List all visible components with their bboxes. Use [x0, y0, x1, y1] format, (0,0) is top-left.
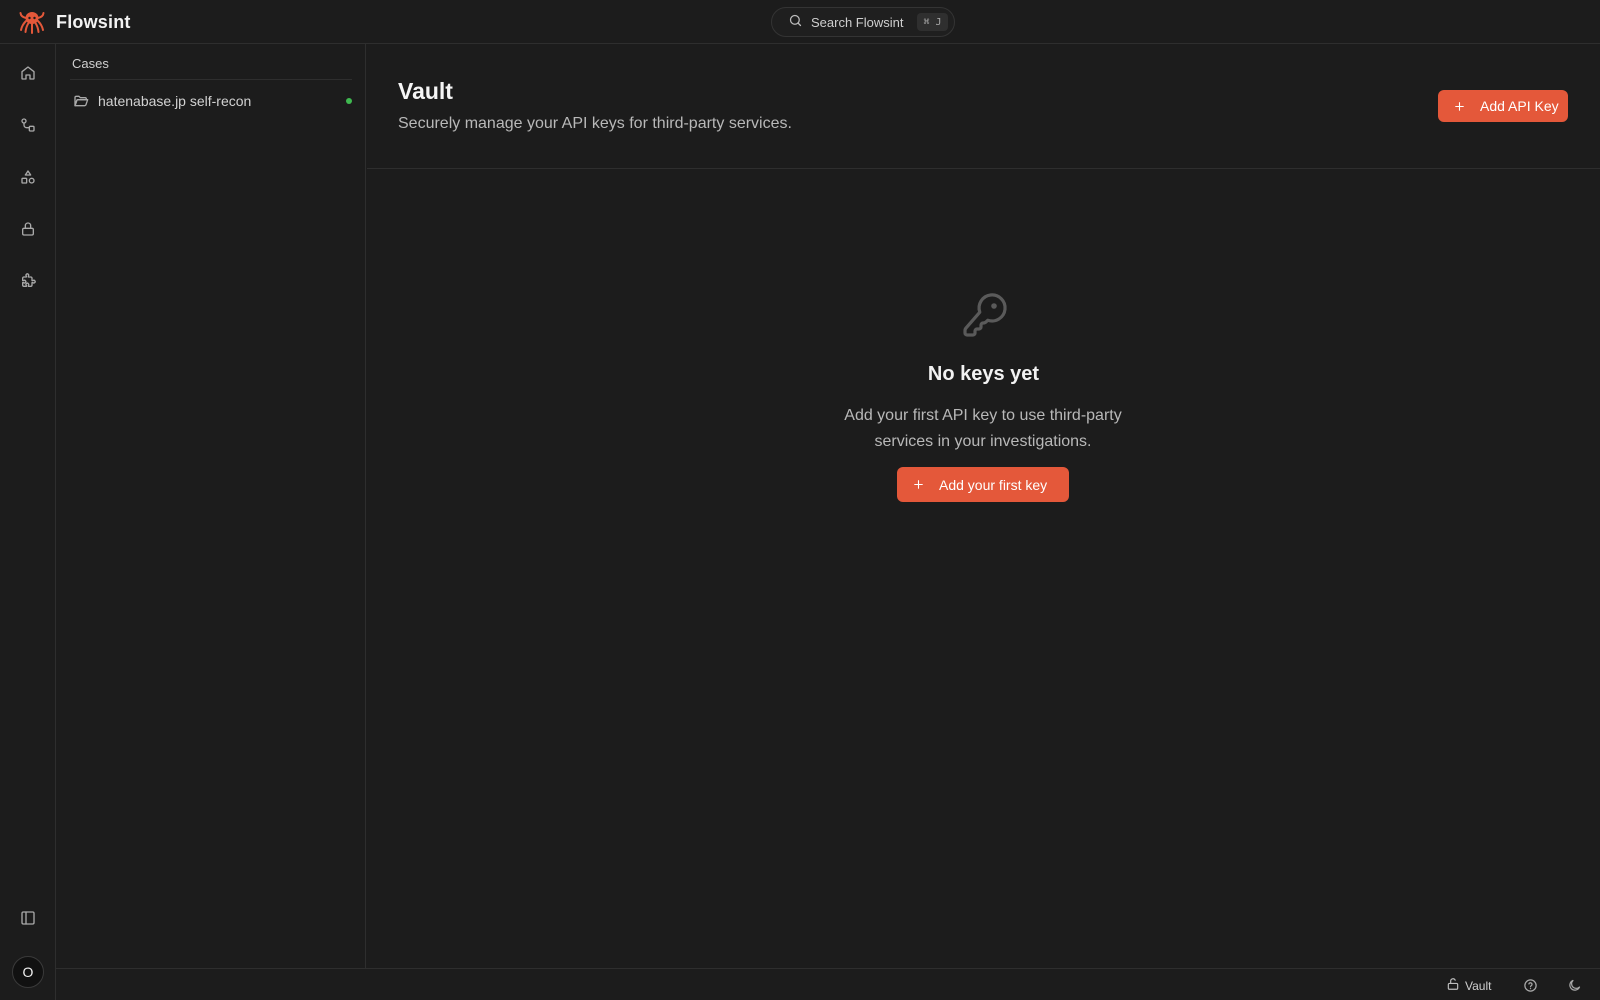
cases-divider — [70, 79, 352, 80]
app-root: Flowsint Search Flowsint ⌘ J O Cases hat… — [0, 0, 1600, 1000]
rail-shapes-button[interactable] — [14, 165, 42, 193]
user-avatar[interactable]: O — [12, 956, 44, 988]
toggle-sidebar-button[interactable] — [14, 906, 42, 934]
add-first-key-button[interactable]: Add your first key — [897, 467, 1069, 502]
case-status-dot — [346, 98, 352, 104]
empty-state: No keys yet Add your first API key to us… — [367, 169, 1600, 569]
app-name: Flowsint — [56, 11, 131, 32]
page-title: Vault — [398, 78, 453, 104]
folder-open-icon — [72, 92, 90, 110]
plus-icon — [911, 478, 925, 492]
unlock-icon — [1446, 977, 1460, 994]
search-button[interactable]: Search Flowsint ⌘ J — [771, 7, 955, 37]
rail-vault-button[interactable] — [14, 217, 42, 245]
search-shortcut: ⌘ J — [917, 13, 948, 31]
main-content: Vault Securely manage your API keys for … — [367, 44, 1600, 968]
search-icon — [788, 13, 803, 31]
rail-flows-button[interactable] — [14, 113, 42, 141]
icon-rail: O — [0, 44, 56, 1000]
key-icon — [961, 291, 1009, 339]
add-api-key-button[interactable]: Add API Key — [1438, 90, 1568, 122]
case-item[interactable]: hatenabase.jp self-recon — [70, 86, 356, 116]
sidebar-panel-icon — [20, 910, 36, 931]
top-bar: Flowsint Search Flowsint ⌘ J — [0, 0, 1600, 44]
add-api-key-label: Add API Key — [1480, 98, 1559, 114]
brand[interactable]: Flowsint — [18, 8, 131, 36]
octopus-logo-icon — [18, 8, 46, 36]
lock-icon — [20, 221, 36, 242]
empty-state-title: No keys yet — [927, 363, 1040, 385]
cases-panel: Cases hatenabase.jp self-recon — [56, 44, 366, 968]
puzzle-icon — [20, 272, 36, 294]
empty-state-text: Add your first API key to use third-part… — [844, 407, 1122, 450]
rail-integrations-button[interactable] — [14, 269, 42, 297]
moon-icon[interactable] — [1566, 977, 1582, 993]
add-first-key-label: Add your first key — [939, 476, 1048, 493]
page-subtitle: Securely manage your API keys for third-… — [398, 115, 792, 132]
case-item-label: hatenabase.jp self-recon — [98, 93, 252, 109]
status-bar: Vault — [56, 968, 1600, 1000]
home-icon — [20, 65, 36, 86]
search-label: Search Flowsint — [811, 14, 904, 30]
page-header: Vault Securely manage your API keys for … — [367, 44, 1600, 169]
help-icon[interactable] — [1522, 977, 1538, 993]
plus-icon — [1452, 99, 1466, 113]
cases-title: Cases — [72, 56, 109, 71]
shapes-icon — [20, 169, 36, 190]
flows-icon — [20, 117, 36, 138]
status-vault-button[interactable]: Vault — [1446, 977, 1491, 994]
status-vault-label: Vault — [1465, 978, 1492, 993]
rail-home-button[interactable] — [14, 61, 42, 89]
